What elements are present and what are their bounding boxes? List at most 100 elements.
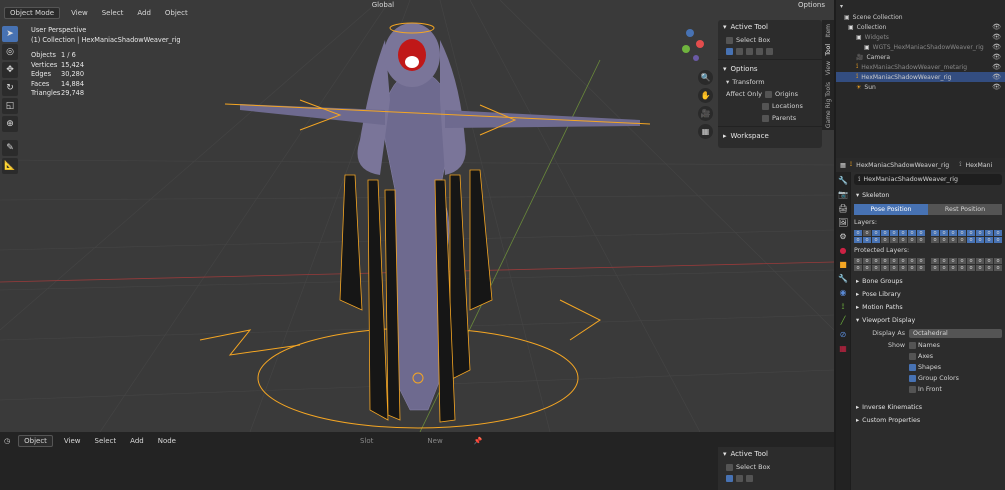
grid-view-icon[interactable]: ▦ — [698, 124, 713, 139]
menu-node[interactable]: Node — [155, 436, 179, 446]
locations-checkbox[interactable]: Locations — [718, 100, 822, 112]
filter-icon[interactable]: ▾ — [840, 3, 843, 10]
view-layer-icon[interactable]: 🖼 — [838, 218, 848, 228]
bone-layers[interactable]: oooooooooooooooo oooooooooooooooo — [854, 230, 1002, 243]
outliner-row[interactable]: ▣ Collection 👁 — [836, 22, 1005, 32]
output-icon[interactable]: 🖨 — [838, 204, 848, 214]
pan-hand-icon[interactable]: ✋ — [698, 88, 713, 103]
armature-data-icon[interactable]: ⟟ — [838, 302, 848, 312]
tab-tool[interactable]: Tool — [825, 44, 832, 56]
visibility-eye-icon[interactable]: 👁 — [992, 53, 1001, 61]
outliner-row[interactable]: ⟟ HexManiacShadowWeaver_metarig 👁 — [836, 62, 1005, 72]
active-tool-header[interactable]: ▾ Active Tool — [718, 20, 822, 34]
outliner-row[interactable]: ▣ Widgets 👁 — [836, 32, 1005, 42]
outliner-row-label: WGTS_HexManiacShadowWeaver_rig — [872, 43, 984, 51]
visibility-eye-icon[interactable]: 👁 — [992, 63, 1001, 71]
pose-library-header[interactable]: ▸ Pose Library — [854, 288, 1002, 301]
3d-viewport[interactable]: Object Mode View Select Add Object Globa… — [0, 0, 834, 432]
move-tool-icon[interactable]: ✥ — [2, 62, 18, 78]
navigation-controls: 🔍 ✋ 🎥 ▦ — [698, 70, 713, 139]
render-icon[interactable]: 📷 — [838, 190, 848, 200]
menu-view[interactable]: View — [68, 8, 91, 18]
mode-dropdown[interactable]: Object Mode — [4, 7, 61, 19]
menu-add[interactable]: Add — [134, 8, 154, 18]
visibility-eye-icon[interactable]: 👁 — [992, 73, 1001, 81]
visibility-eye-icon[interactable]: 👁 — [992, 33, 1001, 41]
parents-checkbox[interactable]: Parents — [718, 112, 822, 124]
skeleton-header[interactable]: ▾ Skeleton — [854, 189, 1002, 202]
bone-groups-header[interactable]: ▸ Bone Groups — [854, 275, 1002, 288]
select-box-row[interactable]: Select Box — [718, 461, 834, 473]
world-icon[interactable]: ● — [838, 246, 848, 256]
outliner-row[interactable]: ☀ Sun 👁 — [836, 82, 1005, 92]
menu-add[interactable]: Add — [127, 436, 147, 446]
bone-constraint-icon[interactable]: ⊘ — [838, 330, 848, 340]
workspace-header[interactable]: ▸ Workspace — [718, 129, 822, 143]
scene-icon[interactable]: ⚙ — [838, 232, 848, 242]
tab-item[interactable]: Item — [825, 24, 832, 38]
menu-object[interactable]: Object — [162, 8, 191, 18]
protected-bone-layers[interactable]: oooooooooooooooo oooooooooooooooo — [854, 258, 1002, 271]
outliner-row[interactable]: ▣ WGTS_HexManiacShadowWeaver_rig 👁 — [836, 42, 1005, 52]
scene-collection-row[interactable]: ▣ Scene Collection — [836, 12, 1005, 22]
show-shapes-row[interactable]: Shapes — [854, 362, 1002, 373]
camera-view-icon[interactable]: 🎥 — [698, 106, 713, 121]
options-dropdown[interactable]: Options — [795, 0, 828, 10]
texture-icon[interactable]: ▦ — [838, 344, 848, 354]
cursor-tool-icon[interactable]: ◎ — [2, 44, 18, 60]
inverse-kinematics-header[interactable]: ▸ Inverse Kinematics — [854, 401, 1002, 414]
tab-view[interactable]: View — [825, 61, 832, 75]
display-as-dropdown[interactable]: Octahedral — [909, 329, 1002, 338]
datablock-selector[interactable]: ⟟ HexManiacShadowWeaver_rig — [854, 174, 1002, 185]
armature-icon: ⟟ — [856, 63, 859, 70]
visibility-eye-icon[interactable]: 👁 — [992, 43, 1001, 51]
editor-type-icon[interactable]: ▦ — [840, 162, 846, 169]
visibility-eye-icon[interactable]: 👁 — [992, 83, 1001, 91]
properties-header: ▦ ⟟ HexManiacShadowWeaver_rig ⟟ HexMani — [836, 158, 1005, 172]
rest-position-button[interactable]: Rest Position — [928, 204, 1002, 215]
new-material-button[interactable]: New — [424, 436, 445, 446]
tool-icon[interactable]: 🔧 — [838, 176, 848, 186]
show-names-row[interactable]: Show Names — [854, 340, 1002, 351]
menu-select[interactable]: Select — [99, 8, 127, 18]
datablock-name[interactable]: HexManiacShadowWeaver_rig — [863, 176, 958, 183]
object-type-dropdown[interactable]: Object — [18, 435, 53, 447]
transform-tool-icon[interactable]: ⊕ — [2, 116, 18, 132]
active-tool-header[interactable]: ▾ Active Tool — [718, 447, 834, 461]
object-icon[interactable]: ■ — [838, 260, 848, 270]
menu-view[interactable]: View — [61, 436, 84, 446]
slot-dropdown[interactable]: Slot — [357, 436, 376, 446]
select-mode-buttons[interactable] — [718, 46, 822, 57]
outliner-row[interactable]: ⟟ HexManiacShadowWeaver_rig 👁 — [836, 72, 1005, 82]
affect-only-row: Affect Only Origins — [726, 90, 799, 98]
visibility-eye-icon[interactable]: 👁 — [992, 23, 1001, 31]
transform-header[interactable]: ▾ Transform — [718, 76, 822, 88]
editor-type-icon[interactable]: ◷ — [4, 437, 10, 445]
scale-tool-icon[interactable]: ◱ — [2, 98, 18, 114]
rotate-tool-icon[interactable]: ↻ — [2, 80, 18, 96]
options-header[interactable]: ▾ Options — [718, 62, 822, 76]
show-group-colors-row[interactable]: Group Colors — [854, 373, 1002, 384]
shader-editor[interactable]: ◷ Object View Select Add Node Slot New 📌 — [0, 432, 834, 490]
show-in-front-row[interactable]: In Front — [854, 384, 1002, 395]
orientation-dropdown[interactable]: Global — [369, 0, 397, 10]
motion-paths-header[interactable]: ▸ Motion Paths — [854, 301, 1002, 314]
outliner-row[interactable]: 🎥 Camera 👁 — [836, 52, 1005, 62]
pin-icon[interactable]: 📌 — [474, 437, 483, 445]
viewport-display-header[interactable]: ▾ Viewport Display — [854, 314, 1002, 327]
outliner-header: ▾ — [836, 0, 1005, 12]
physics-icon[interactable]: ◉ — [838, 288, 848, 298]
select-tool-icon[interactable]: ➤ — [2, 26, 18, 42]
custom-properties-header[interactable]: ▸ Custom Properties — [854, 414, 1002, 427]
menu-select[interactable]: Select — [92, 436, 120, 446]
pose-position-button[interactable]: Pose Position — [854, 204, 928, 215]
bone-icon[interactable]: ╱ — [838, 316, 848, 326]
zoom-icon[interactable]: 🔍 — [698, 70, 713, 85]
annotate-tool-icon[interactable]: ✎ — [2, 140, 18, 156]
tab-game-rig-tools[interactable]: Game Rig Tools — [825, 82, 832, 128]
show-axes-row[interactable]: Axes — [854, 351, 1002, 362]
select-mode-buttons[interactable] — [718, 473, 834, 484]
modifier-icon[interactable]: 🔧 — [838, 274, 848, 284]
select-box-row[interactable]: Select Box — [718, 34, 822, 46]
measure-tool-icon[interactable]: 📐 — [2, 158, 18, 174]
